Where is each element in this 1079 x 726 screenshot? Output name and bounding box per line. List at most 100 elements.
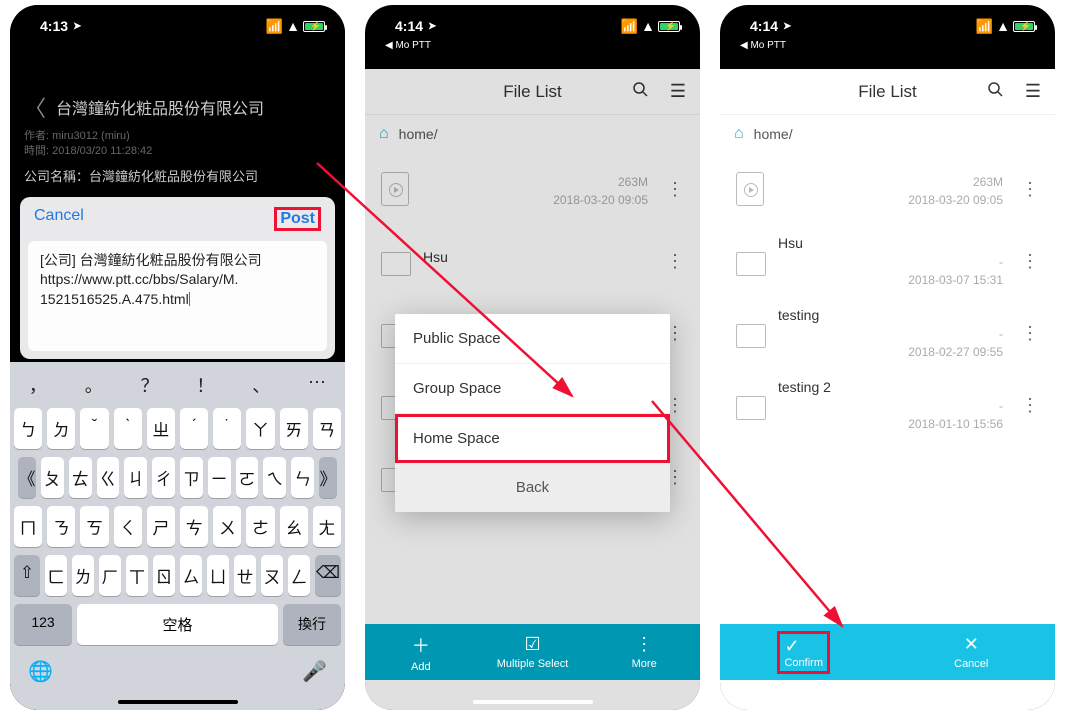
key-ˊ[interactable]: ˊ	[180, 408, 208, 449]
keyboard[interactable]: ， 。 ？ ！ 、 ⋯ ㄅㄉˇˋㄓˊ˙ㄚㄞㄢ 《ㄆㄊㄍㄐㄔㄗㄧㄛㄟㄣ》 ㄇㄋㄎㄑ…	[10, 362, 345, 710]
status-bar: 4:14➤ 📶 ▲ ⚡	[720, 5, 1055, 43]
key-ㄌ[interactable]: ㄌ	[72, 555, 94, 596]
more-button[interactable]: ⋮More	[588, 624, 700, 680]
file-name: testing	[778, 307, 1003, 323]
file-row[interactable]: testing-2018-02-27 09:55⋮	[720, 297, 1055, 369]
key-˙[interactable]: ˙	[213, 408, 241, 449]
option-public-space[interactable]: Public Space	[395, 314, 670, 364]
status-bar: 4:13➤ 📶 ▲ ⚡	[10, 5, 345, 43]
key-ㄅ[interactable]: ㄅ	[14, 408, 42, 449]
file-size: -	[999, 327, 1003, 341]
key-ㄈ[interactable]: ㄈ	[45, 555, 67, 596]
key-ㄍ[interactable]: ㄍ	[97, 457, 120, 498]
key-ㄣ[interactable]: ㄣ	[291, 457, 314, 498]
key-ˋ[interactable]: ˋ	[114, 408, 142, 449]
mic-icon[interactable]: 🎤	[302, 659, 327, 684]
back-to-app[interactable]: ◀ Mo PTT	[720, 40, 1055, 51]
key-backspace[interactable]: ⌫	[315, 555, 341, 596]
keyboard-suggestions[interactable]: ， 。 ？ ！ 、 ⋯	[10, 366, 345, 404]
back-icon[interactable]: 〈	[24, 91, 46, 123]
globe-icon[interactable]: 🌐	[28, 659, 53, 684]
key-ㄉ[interactable]: ㄉ	[47, 408, 75, 449]
key-ㄇ[interactable]: ㄇ	[14, 506, 42, 547]
key-ㄜ[interactable]: ㄜ	[246, 506, 274, 547]
key-ㄥ[interactable]: ㄥ	[288, 555, 310, 596]
option-group-space[interactable]: Group Space	[395, 364, 670, 414]
phone-screen-2: 4:14➤ 📶 ▲ ⚡ ◀ Mo PTT File List ☰ ⌂ home/…	[365, 5, 700, 710]
close-icon: ✕	[964, 634, 979, 655]
wifi-icon: ▲	[286, 18, 300, 34]
plus-icon: ＋	[412, 632, 430, 658]
key-123[interactable]: 123	[14, 604, 72, 645]
key-space[interactable]: 空格	[77, 604, 278, 645]
key-ㄒ[interactable]: ㄒ	[126, 555, 148, 596]
post-author: 作者: miru3012 (miru)	[10, 129, 345, 144]
key-ㄊ[interactable]: ㄊ	[69, 457, 92, 498]
key-ㄑ[interactable]: ㄑ	[114, 506, 142, 547]
cancel-button[interactable]: ✕Cancel	[888, 624, 1056, 680]
folder-icon	[736, 396, 766, 420]
file-row[interactable]: 263M2018-03-20 09:05⋮	[720, 153, 1055, 225]
key-ㄨ[interactable]: ㄨ	[213, 506, 241, 547]
key-ㄆ[interactable]: ㄆ	[41, 457, 64, 498]
key-ㄕ[interactable]: ㄕ	[147, 506, 175, 547]
key-ㄔ[interactable]: ㄔ	[152, 457, 175, 498]
share-modal: Cancel Post [公司] 台灣鐘紡化粧品股份有限公司 https://w…	[20, 197, 335, 359]
key-ㄠ[interactable]: ㄠ	[280, 506, 308, 547]
confirm-button[interactable]: ✓Confirm	[720, 624, 888, 680]
file-row[interactable]: testing 2-2018-01-10 15:56⋮	[720, 369, 1055, 441]
popup-back-button[interactable]: Back	[395, 463, 670, 512]
key-return[interactable]: 換行	[283, 604, 341, 645]
row-more-icon[interactable]: ⋮	[1015, 395, 1045, 416]
home-indicator[interactable]	[828, 700, 948, 704]
home-indicator[interactable]	[473, 700, 593, 704]
signal-icon: 📶	[266, 18, 283, 35]
menu-icon[interactable]: ☰	[1025, 81, 1041, 102]
back-to-app[interactable]: ◀ Mo PTT	[365, 40, 700, 51]
file-size: -	[999, 255, 1003, 269]
key-ㄩ[interactable]: ㄩ	[207, 555, 229, 596]
key-ㄘ[interactable]: ㄘ	[180, 506, 208, 547]
share-textarea[interactable]: [公司] 台灣鐘紡化粧品股份有限公司 https://www.ptt.cc/bb…	[28, 241, 327, 351]
row-more-icon[interactable]: ⋮	[1015, 179, 1045, 200]
key-ㄏ[interactable]: ㄏ	[99, 555, 121, 596]
multi-select-button[interactable]: ☑Multiple Select	[477, 624, 589, 680]
key-ㄖ[interactable]: ㄖ	[153, 555, 175, 596]
key-ㄝ[interactable]: ㄝ	[234, 555, 256, 596]
post-button[interactable]: Post	[280, 210, 315, 227]
cancel-button[interactable]: Cancel	[34, 207, 84, 231]
key-ㄛ[interactable]: ㄛ	[236, 457, 259, 498]
key-》[interactable]: 》	[319, 457, 337, 498]
row-more-icon[interactable]: ⋮	[1015, 251, 1045, 272]
key-ㄞ[interactable]: ㄞ	[280, 408, 308, 449]
key-ㄗ[interactable]: ㄗ	[180, 457, 203, 498]
battery-icon: ⚡	[1013, 21, 1035, 32]
key-ㄙ[interactable]: ㄙ	[180, 555, 202, 596]
file-row[interactable]: Hsu-2018-03-07 15:31⋮	[720, 225, 1055, 297]
key-ㄚ[interactable]: ㄚ	[246, 408, 274, 449]
file-name: testing 2	[778, 379, 1003, 395]
file-date: 2018-01-10 15:56	[908, 417, 1003, 431]
phone-screen-3: 4:14➤ 📶 ▲ ⚡ ◀ Mo PTT File List ☰ ⌂ home/…	[720, 5, 1055, 710]
key-ㄡ[interactable]: ㄡ	[261, 555, 283, 596]
key-ㄋ[interactable]: ㄋ	[47, 506, 75, 547]
search-icon[interactable]	[987, 81, 1003, 102]
key-ㄐ[interactable]: ㄐ	[124, 457, 147, 498]
breadcrumb[interactable]: ⌂ home/	[720, 115, 1055, 153]
key-ˇ[interactable]: ˇ	[80, 408, 108, 449]
key-shift[interactable]: ⇧	[14, 555, 40, 596]
key-《[interactable]: 《	[18, 457, 36, 498]
key-ㄢ[interactable]: ㄢ	[313, 408, 341, 449]
key-ㄧ[interactable]: ㄧ	[208, 457, 231, 498]
row-more-icon[interactable]: ⋮	[1015, 323, 1045, 344]
post-time: 時間: 2018/03/20 11:28:42	[10, 144, 345, 159]
more-icon: ⋮	[635, 634, 653, 655]
add-button[interactable]: ＋Add	[365, 624, 477, 680]
key-ㄤ[interactable]: ㄤ	[313, 506, 341, 547]
key-ㄓ[interactable]: ㄓ	[147, 408, 175, 449]
key-ㄎ[interactable]: ㄎ	[80, 506, 108, 547]
home-indicator[interactable]	[118, 700, 238, 704]
key-ㄟ[interactable]: ㄟ	[263, 457, 286, 498]
option-home-space[interactable]: Home Space	[395, 414, 670, 463]
wifi-icon: ▲	[996, 18, 1010, 34]
